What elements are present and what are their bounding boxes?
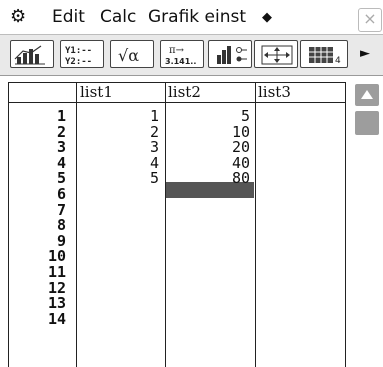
list1-cell[interactable]: 4 bbox=[80, 155, 159, 172]
column-divider-2 bbox=[165, 82, 166, 367]
table-icon: 4 bbox=[309, 47, 341, 66]
svg-text:π→: π→ bbox=[169, 45, 185, 56]
svg-text:3.141..: 3.141.. bbox=[165, 57, 196, 66]
menu-edit[interactable]: Edit bbox=[52, 7, 85, 27]
column-divider-1 bbox=[76, 82, 77, 367]
list-editor: list1 list2 list3 1 2 3 4 5 6 7 8 9 10 11 12 13 14 1 2 3… bbox=[0, 76, 383, 367]
toolbar-next-arrow-icon[interactable]: ► bbox=[360, 43, 370, 65]
header-divider bbox=[8, 102, 346, 103]
column-header-list3[interactable]: list3 bbox=[258, 84, 291, 100]
svg-text:4: 4 bbox=[335, 56, 341, 66]
menu-grafik-einst[interactable]: Grafik einst bbox=[148, 7, 246, 27]
column-header-list1[interactable]: list1 bbox=[80, 84, 113, 100]
toolbar: Y1:-- Y2:-- √α π→ 3.141.. 4 ► bbox=[0, 34, 383, 76]
column-header-list2[interactable]: list2 bbox=[168, 84, 201, 100]
vertical-scrollbar[interactable] bbox=[355, 84, 379, 364]
zoom-icon bbox=[261, 45, 293, 65]
list1-cell[interactable]: 1 bbox=[80, 108, 159, 125]
column-divider-4 bbox=[345, 82, 346, 367]
table-left-border bbox=[8, 82, 9, 367]
equation-list-button[interactable]: Y1:-- Y2:-- bbox=[60, 40, 104, 68]
list1-cell[interactable]: 5 bbox=[80, 171, 159, 187]
list1-cell[interactable]: 3 bbox=[80, 140, 159, 156]
menu-calc[interactable]: Calc bbox=[100, 7, 136, 27]
scroll-up-arrow-icon[interactable] bbox=[355, 84, 379, 106]
stat-graph-button[interactable] bbox=[208, 40, 252, 68]
sqrt-alpha-button[interactable]: √α bbox=[110, 40, 154, 68]
close-button[interactable]: × bbox=[358, 8, 382, 32]
table-view-button[interactable]: 4 bbox=[300, 40, 348, 68]
pi-decimal-button[interactable]: π→ 3.141.. bbox=[160, 40, 204, 68]
sqrt-alpha-icon: √α bbox=[118, 46, 139, 65]
stat-graph-icon bbox=[217, 46, 247, 64]
bar-chart-button[interactable] bbox=[10, 40, 54, 68]
gear-icon[interactable]: ⚙ bbox=[10, 7, 30, 27]
equation-list-icon: Y1:-- Y2:-- bbox=[65, 46, 92, 67]
svg-text:√α: √α bbox=[118, 46, 139, 65]
pi-decimal-icon: π→ 3.141.. bbox=[165, 45, 196, 66]
diamond-icon[interactable]: ◆ bbox=[262, 8, 272, 28]
menu-bar: ⚙ Edit Calc Grafik einst ◆ × bbox=[0, 0, 383, 34]
scroll-thumb[interactable] bbox=[355, 111, 379, 135]
svg-text:Y1:--: Y1:-- bbox=[65, 46, 92, 56]
column-divider-3 bbox=[255, 82, 256, 367]
zoom-button[interactable] bbox=[254, 40, 298, 68]
list2-cell[interactable]: 80 bbox=[168, 171, 250, 187]
list1-cell[interactable]: 2 bbox=[80, 124, 159, 141]
bar-chart-icon bbox=[14, 45, 45, 65]
row-number: 14 bbox=[47, 309, 66, 328]
svg-text:Y2:--: Y2:-- bbox=[65, 57, 92, 67]
